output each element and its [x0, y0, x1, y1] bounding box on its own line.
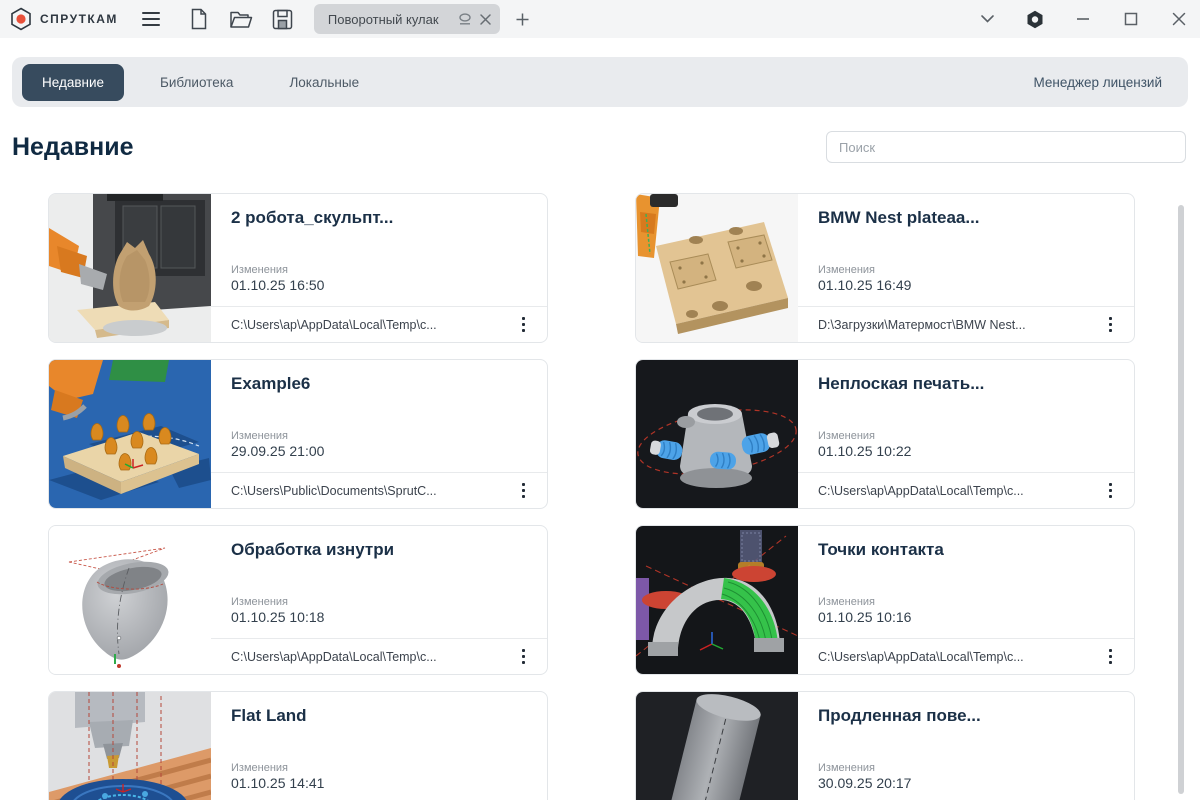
open-file-button[interactable] [226, 4, 256, 34]
close-icon [1172, 12, 1186, 26]
vertical-scrollbar[interactable] [1178, 205, 1184, 794]
card-menu-button[interactable] [1101, 477, 1120, 504]
file-card[interactable]: Flat Land Изменения 01.10.25 14:41 [48, 691, 548, 800]
file-card[interactable]: Продленная пове... Изменения 30.09.25 20… [635, 691, 1135, 800]
file-title: Обработка изнутри [231, 540, 527, 560]
close-tab-icon[interactable] [479, 13, 492, 26]
minimize-button[interactable] [1068, 4, 1098, 34]
file-path: C:\Users\ap\AppData\Local\Temp\c... [818, 650, 1101, 664]
document-state-icon [457, 12, 473, 27]
new-tab-button[interactable] [508, 4, 538, 34]
file-title: Неплоская печать... [818, 374, 1114, 394]
chevron-down-icon [980, 14, 995, 24]
new-file-icon [189, 8, 209, 30]
save-icon [272, 9, 293, 30]
modified-date: 29.09.25 21:00 [231, 443, 527, 459]
file-title: Точки контакта [818, 540, 1114, 560]
settings-nut-button[interactable] [1020, 4, 1050, 34]
tab-recent[interactable]: Недавние [22, 64, 124, 101]
file-title: 2 робота_скульпт... [231, 208, 527, 228]
plus-icon [515, 12, 530, 27]
modified-date: 01.10.25 10:16 [818, 609, 1114, 625]
modified-date: 01.10.25 16:49 [818, 277, 1114, 293]
modified-label: Изменения [231, 430, 527, 442]
file-card[interactable]: 2 робота_скульпт... Изменения 01.10.25 1… [48, 193, 548, 343]
maximize-icon [1124, 12, 1138, 26]
card-menu-button[interactable] [1101, 643, 1120, 670]
open-folder-icon [229, 8, 253, 30]
file-card[interactable]: BMW Nest plateaa... Изменения 01.10.25 1… [635, 193, 1135, 343]
license-manager-link[interactable]: Менеджер лицензий [1034, 75, 1162, 90]
minimize-icon [1076, 17, 1090, 21]
file-card[interactable]: Неплоская печать... Изменения 01.10.25 1… [635, 359, 1135, 509]
search-input[interactable] [826, 131, 1186, 163]
modified-label: Изменения [818, 762, 1114, 774]
section-tabbar: Недавние Библиотека Локальные Менеджер л… [12, 57, 1188, 107]
expand-menu-button[interactable] [972, 4, 1002, 34]
document-tab[interactable]: Поворотный кулак [314, 4, 500, 34]
card-menu-button[interactable] [514, 643, 533, 670]
modified-label: Изменения [818, 596, 1114, 608]
modified-label: Изменения [818, 264, 1114, 276]
file-card[interactable]: Обработка изнутри Изменения 01.10.25 10:… [48, 525, 548, 675]
file-thumbnail [49, 360, 211, 508]
modified-label: Изменения [231, 264, 527, 276]
save-button[interactable] [268, 4, 298, 34]
modified-date: 30.09.25 20:17 [818, 775, 1114, 791]
modified-label: Изменения [231, 596, 527, 608]
app-name: СПРУТКАМ [40, 12, 118, 26]
file-card[interactable]: Example6 Изменения 29.09.25 21:00 C:\Use… [48, 359, 548, 509]
file-thumbnail [636, 360, 798, 508]
tab-library[interactable]: Библиотека [140, 64, 253, 101]
modified-date: 01.10.25 10:18 [231, 609, 527, 625]
new-file-button[interactable] [184, 4, 214, 34]
file-path: C:\Users\Public\Documents\SprutC... [231, 484, 514, 498]
file-thumbnail [49, 194, 211, 342]
modified-date: 01.10.25 14:41 [231, 775, 527, 791]
file-path: C:\Users\ap\AppData\Local\Temp\c... [231, 318, 514, 332]
modified-date: 01.10.25 10:22 [818, 443, 1114, 459]
card-menu-button[interactable] [514, 477, 533, 504]
modified-label: Изменения [818, 430, 1114, 442]
tab-local[interactable]: Локальные [269, 64, 379, 101]
close-window-button[interactable] [1164, 4, 1194, 34]
maximize-button[interactable] [1116, 4, 1146, 34]
app-logo: СПРУТКАМ [0, 7, 118, 31]
file-title: Example6 [231, 374, 527, 394]
file-thumbnail [49, 526, 211, 674]
file-title: Flat Land [231, 706, 527, 726]
file-path: C:\Users\ap\AppData\Local\Temp\c... [231, 650, 514, 664]
modified-date: 01.10.25 16:50 [231, 277, 527, 293]
file-thumbnail [49, 692, 211, 800]
page-title: Недавние [12, 133, 133, 162]
main-menu-button[interactable] [136, 4, 166, 34]
file-path: D:\Загрузки\Матермост\BMW Nest... [818, 318, 1101, 332]
file-title: Продленная пове... [818, 706, 1114, 726]
file-title: BMW Nest plateaa... [818, 208, 1114, 228]
file-path: C:\Users\ap\AppData\Local\Temp\c... [818, 484, 1101, 498]
file-thumbnail [636, 692, 798, 800]
titlebar: СПРУТКАМ Поворотный кулак [0, 0, 1200, 38]
file-thumbnail [636, 194, 798, 342]
document-tab-label: Поворотный кулак [328, 12, 451, 27]
modified-label: Изменения [231, 762, 527, 774]
card-menu-button[interactable] [1101, 311, 1120, 338]
file-thumbnail [636, 526, 798, 674]
recent-files-grid: 2 робота_скульпт... Изменения 01.10.25 1… [48, 193, 1200, 800]
card-menu-button[interactable] [514, 311, 533, 338]
nut-icon [1025, 9, 1045, 30]
sprutcam-logo-icon [10, 7, 32, 31]
file-card[interactable]: Точки контакта Изменения 01.10.25 10:16 … [635, 525, 1135, 675]
